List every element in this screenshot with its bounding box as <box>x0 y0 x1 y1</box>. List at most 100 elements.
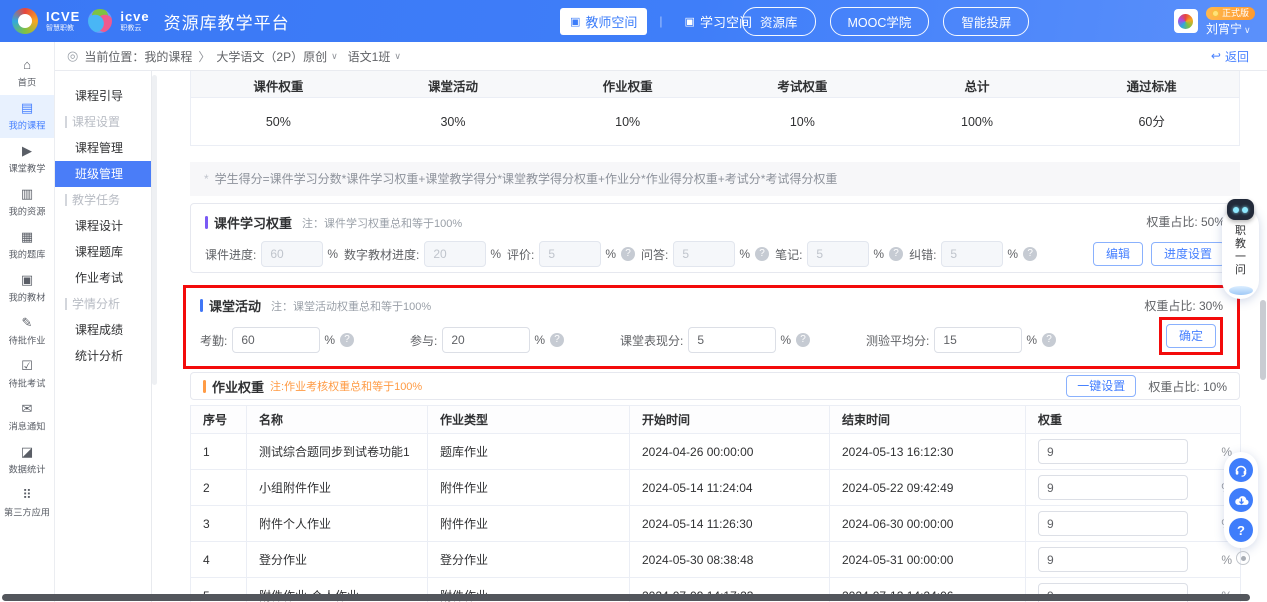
col-name: 名称 <box>247 406 428 434</box>
breadcrumb-my-courses[interactable]: 我的课程 <box>144 48 192 65</box>
confirm-button[interactable]: 确定 <box>1166 324 1216 348</box>
rail-item-my-resources[interactable]: ▥我的资源 <box>0 181 54 224</box>
help-button[interactable]: ? <box>1229 518 1253 542</box>
homework-table: 序号 名称 作业类型 开始时间 结束时间 权重 1 测试综合题同步到试卷功能1 … <box>190 405 1240 602</box>
download-button[interactable] <box>1229 488 1253 512</box>
progress-settings-button[interactable]: 进度设置 <box>1151 242 1225 266</box>
notes-input[interactable] <box>807 241 869 267</box>
qna-label: 问答: <box>641 246 668 263</box>
menu-item-course-question-bank[interactable]: 课程题库 <box>55 239 151 265</box>
logo1-subtext: 智慧职教 <box>46 25 80 32</box>
medal-icon <box>1212 10 1219 17</box>
vertical-scrollbar[interactable] <box>1260 300 1266 380</box>
chevron-down-icon[interactable]: ∨ <box>394 51 401 62</box>
smart-screen-button[interactable]: 智能投屏 <box>943 7 1029 36</box>
location-icon: ◎ <box>67 48 78 64</box>
col-start: 开始时间 <box>630 406 830 434</box>
summary-val-courseware: 50% <box>191 98 366 146</box>
qna-input[interactable] <box>673 241 735 267</box>
rail-item-pending-exams[interactable]: ☑待批考试 <box>0 353 54 396</box>
side-menu: 课程引导 课程设置 课程管理 班级管理 教学任务 课程设计 课程题库 作业考试 … <box>55 71 152 602</box>
summary-header-row: 课件权重 课堂活动 作业权重 考试权重 总计 通过标准 <box>191 71 1239 98</box>
nav-divider: | <box>659 14 662 28</box>
classroom-ratio: 权重占比: 30% <box>1144 297 1223 314</box>
participation-label: 参与: <box>410 332 437 349</box>
support-button[interactable] <box>1229 458 1253 482</box>
help-icon[interactable]: ? <box>889 247 903 261</box>
homework-name: 登分作业 <box>247 542 428 578</box>
rail-item-classroom-teaching[interactable]: ▶课堂教学 <box>0 138 54 181</box>
quiz-average-label: 测验平均分: <box>866 332 929 349</box>
back-button[interactable]: ↩ 返回 <box>1211 48 1249 65</box>
breadcrumb-class-select[interactable]: 语文1班 <box>348 48 391 65</box>
help-icon[interactable]: ? <box>340 333 354 347</box>
classroom-annotation-box: 课堂活动 注：课堂活动权重总和等于100% 权重占比: 30% 考勤: % ? … <box>183 285 1240 369</box>
weight-input[interactable] <box>1038 547 1188 572</box>
user-menu[interactable]: 刘宵宁∨ <box>1206 23 1251 35</box>
col-no: 序号 <box>191 406 247 434</box>
cloud-icon <box>1229 286 1253 295</box>
col-weight: 权重 <box>1026 406 1241 434</box>
weight-input[interactable] <box>1038 439 1188 464</box>
menu-item-course-design[interactable]: 课程设计 <box>55 213 151 239</box>
homework-name: 小组附件作业 <box>247 470 428 506</box>
collapse-toolbar-button[interactable] <box>1236 551 1250 565</box>
menu-item-homework-exam[interactable]: 作业考试 <box>55 265 151 291</box>
one-click-settings-button[interactable]: 一键设置 <box>1066 375 1136 397</box>
horizontal-scrollbar[interactable] <box>2 594 1250 601</box>
rail-item-question-bank[interactable]: ▦我的题库 <box>0 224 54 267</box>
participation-input[interactable] <box>442 327 530 353</box>
help-icon[interactable]: ? <box>621 247 635 261</box>
help-icon[interactable]: ? <box>550 333 564 347</box>
rail-item-notifications[interactable]: ✉消息通知 <box>0 396 54 439</box>
rail-item-pending-homework[interactable]: ✎待批作业 <box>0 310 54 353</box>
menu-item-course-grades[interactable]: 课程成绩 <box>55 317 151 343</box>
cloud-download-icon <box>1234 493 1249 508</box>
version-badge: 正式版 <box>1206 7 1255 20</box>
header-pill-buttons: 资源库 MOOC学院 智能投屏 <box>742 0 1029 42</box>
help-icon[interactable]: ? <box>755 247 769 261</box>
table-row: 3 附件个人作业 附件作业 2024-05-14 11:26:30 2024-0… <box>191 506 1240 542</box>
tab-teacher-space[interactable]: ▣ 教师空间 <box>560 8 647 35</box>
edit-button[interactable]: 编辑 <box>1093 242 1143 266</box>
menu-item-class-management[interactable]: 班级管理 <box>55 161 151 187</box>
weight-input[interactable] <box>1038 475 1188 500</box>
attendance-input[interactable] <box>232 327 320 353</box>
quiz-average-input[interactable] <box>934 327 1022 353</box>
class-performance-input[interactable] <box>688 327 776 353</box>
help-icon[interactable]: ? <box>796 333 810 347</box>
rail-item-home[interactable]: ⌂首页 <box>0 52 54 95</box>
my-resources-icon: ▥ <box>21 187 33 201</box>
rail-item-statistics[interactable]: ◪数据统计 <box>0 439 54 482</box>
side-menu-scrollbar[interactable] <box>152 75 157 385</box>
summary-val-homework: 10% <box>540 98 715 146</box>
error-correction-input[interactable] <box>941 241 1003 267</box>
help-icon[interactable]: ? <box>1042 333 1056 347</box>
courseware-progress-input[interactable] <box>261 241 323 267</box>
menu-item-course-guide[interactable]: 课程引导 <box>55 83 151 109</box>
rail-item-textbooks[interactable]: ▣我的教材 <box>0 267 54 310</box>
summary-value-row: 50% 30% 10% 10% 100% 60分 <box>191 98 1239 146</box>
evaluation-input[interactable] <box>539 241 601 267</box>
help-icon[interactable]: ? <box>1023 247 1037 261</box>
header-user-area: 正式版 刘宵宁∨ <box>1174 0 1255 42</box>
rail-item-third-party-apps[interactable]: ⠿第三方应用 <box>0 482 54 525</box>
digital-textbook-progress-input[interactable] <box>424 241 486 267</box>
chevron-down-icon: ∨ <box>1244 25 1251 35</box>
menu-item-course-management[interactable]: 课程管理 <box>55 135 151 161</box>
breadcrumb-course-select[interactable]: 大学语文（2P）原创 <box>216 48 327 65</box>
score-formula-note: *学生得分=课件学习分数*课件学习权重+课堂教学得分*课堂教学得分权重+作业分*… <box>190 162 1240 196</box>
mooc-academy-button[interactable]: MOOC学院 <box>830 7 930 36</box>
chevron-down-icon[interactable]: ∨ <box>331 51 338 62</box>
rail-item-my-courses[interactable]: ▤我的课程 <box>0 95 54 138</box>
avatar[interactable] <box>1174 9 1198 33</box>
summary-col-pass: 通过标准 <box>1064 71 1239 97</box>
robot-icon <box>1227 199 1254 220</box>
classroom-activity-card: 课堂活动 注：课堂活动权重总和等于100% 权重占比: 30% 考勤: % ? … <box>186 288 1237 366</box>
assistant-widget[interactable]: 职教一问 <box>1222 207 1259 299</box>
resource-library-button[interactable]: 资源库 <box>742 7 816 36</box>
menu-item-statistical-analysis[interactable]: 统计分析 <box>55 343 151 369</box>
back-icon: ↩ <box>1211 49 1221 63</box>
icon-rail: ⌂首页 ▤我的课程 ▶课堂教学 ▥我的资源 ▦我的题库 ▣我的教材 ✎待批作业 … <box>0 42 55 602</box>
weight-input[interactable] <box>1038 511 1188 536</box>
